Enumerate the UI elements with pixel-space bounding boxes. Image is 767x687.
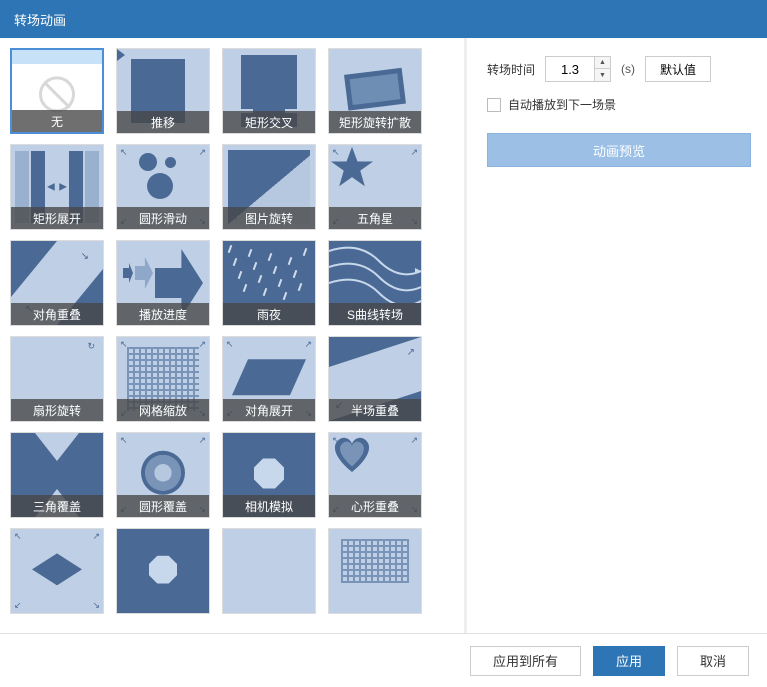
transition-gallery: 无推移矩形交叉矩形旋转扩散▶▶矩形展开↖↗↙↘圆形滑动↷↶图片旋转↖↗↙↘五角星… — [0, 38, 464, 633]
preview-button[interactable]: 动画预览 — [487, 133, 751, 167]
transition-thumb-half[interactable]: ↙↗半场重叠 — [328, 336, 422, 422]
transition-label: 半场重叠 — [329, 399, 421, 421]
transition-thumb-circle-slide[interactable]: ↖↗↙↘圆形滑动 — [116, 144, 210, 230]
transition-icon — [329, 529, 421, 613]
duration-up-button[interactable]: ▲ — [595, 57, 610, 69]
transition-label: 无 — [12, 110, 102, 132]
transition-thumb-p2[interactable] — [116, 528, 210, 614]
duration-input-wrap: ▲ ▼ — [545, 56, 611, 82]
transition-thumb-progress[interactable]: 播放进度 — [116, 240, 210, 326]
dialog-title: 转场动画 — [14, 10, 66, 29]
settings-panel: 转场时间 ▲ ▼ (s) 默认值 自动播放到下一场景 动画预览 — [467, 38, 767, 633]
transition-thumb-heart[interactable]: ↖↗↙↘心形重叠 — [328, 432, 422, 518]
transition-thumb-push[interactable]: 推移 — [116, 48, 210, 134]
transition-label: 网格缩放 — [117, 399, 209, 421]
duration-input[interactable] — [546, 57, 594, 81]
dialog-titlebar: 转场动画 — [0, 0, 767, 38]
transition-label: 对角重叠 — [11, 303, 103, 325]
duration-unit: (s) — [621, 62, 635, 76]
transition-label: 雨夜 — [223, 303, 315, 325]
transition-thumb-p4[interactable] — [328, 528, 422, 614]
transition-thumb-pic-rotate[interactable]: ↷↶图片旋转 — [222, 144, 316, 230]
transition-label: 扇形旋转 — [11, 399, 103, 421]
transition-label: 圆形覆盖 — [117, 495, 209, 517]
default-value-button[interactable]: 默认值 — [645, 56, 711, 82]
transition-label: 矩形交叉 — [223, 111, 315, 133]
transition-icon — [223, 529, 315, 613]
dialog-footer: 应用到所有 应用 取消 — [0, 633, 767, 687]
apply-to-all-button[interactable]: 应用到所有 — [470, 646, 581, 676]
transition-thumb-tri-cover[interactable]: 三角覆盖 — [10, 432, 104, 518]
duration-spinner: ▲ ▼ — [594, 57, 610, 81]
transition-label: 心形重叠 — [329, 495, 421, 517]
transition-label: 播放进度 — [117, 303, 209, 325]
transition-thumb-diag[interactable]: ↘↖对角重叠 — [10, 240, 104, 326]
transition-icon: ↖↗↙↘ — [11, 529, 103, 613]
transition-thumb-gridzoom[interactable]: ↖↗↙↘网格缩放 — [116, 336, 210, 422]
duration-down-button[interactable]: ▼ — [595, 69, 610, 81]
transition-thumb-none[interactable]: 无 — [10, 48, 104, 134]
transition-label: 三角覆盖 — [11, 495, 103, 517]
autoplay-row: 自动播放到下一场景 — [487, 96, 751, 113]
transition-thumb-p3[interactable] — [222, 528, 316, 614]
transition-thumb-scurve[interactable]: S曲线转场 — [328, 240, 422, 326]
duration-row: 转场时间 ▲ ▼ (s) 默认值 — [487, 56, 751, 82]
transition-label: 相机模拟 — [223, 495, 315, 517]
transition-label: 矩形旋转扩散 — [329, 111, 421, 133]
transition-thumb-expand[interactable]: ▶▶矩形展开 — [10, 144, 104, 230]
transition-label: 矩形展开 — [11, 207, 103, 229]
transition-thumb-circ-cover[interactable]: ↖↗↙↘圆形覆盖 — [116, 432, 210, 518]
transition-thumb-camera[interactable]: 相机模拟 — [222, 432, 316, 518]
transition-thumb-p1[interactable]: ↖↗↙↘ — [10, 528, 104, 614]
transition-thumb-fan[interactable]: ↻扇形旋转 — [10, 336, 104, 422]
duration-label: 转场时间 — [487, 61, 535, 78]
transition-label: 图片旋转 — [223, 207, 315, 229]
transition-label: 对角展开 — [223, 399, 315, 421]
transition-thumb-rotate[interactable]: 矩形旋转扩散 — [328, 48, 422, 134]
autoplay-checkbox[interactable] — [487, 98, 501, 112]
transition-thumb-diag-expand[interactable]: ↖↗↙↘对角展开 — [222, 336, 316, 422]
transition-label: 五角星 — [329, 207, 421, 229]
transition-thumb-rectcross[interactable]: 矩形交叉 — [222, 48, 316, 134]
transition-label: S曲线转场 — [329, 303, 421, 325]
transition-thumb-star[interactable]: ↖↗↙↘五角星 — [328, 144, 422, 230]
transition-label: 推移 — [117, 111, 209, 133]
apply-button[interactable]: 应用 — [593, 646, 665, 676]
cancel-button[interactable]: 取消 — [677, 646, 749, 676]
autoplay-label: 自动播放到下一场景 — [508, 96, 616, 113]
main-content: 无推移矩形交叉矩形旋转扩散▶▶矩形展开↖↗↙↘圆形滑动↷↶图片旋转↖↗↙↘五角星… — [0, 38, 767, 633]
transition-icon — [117, 529, 209, 613]
transition-label: 圆形滑动 — [117, 207, 209, 229]
transition-thumb-rain[interactable]: 雨夜 — [222, 240, 316, 326]
